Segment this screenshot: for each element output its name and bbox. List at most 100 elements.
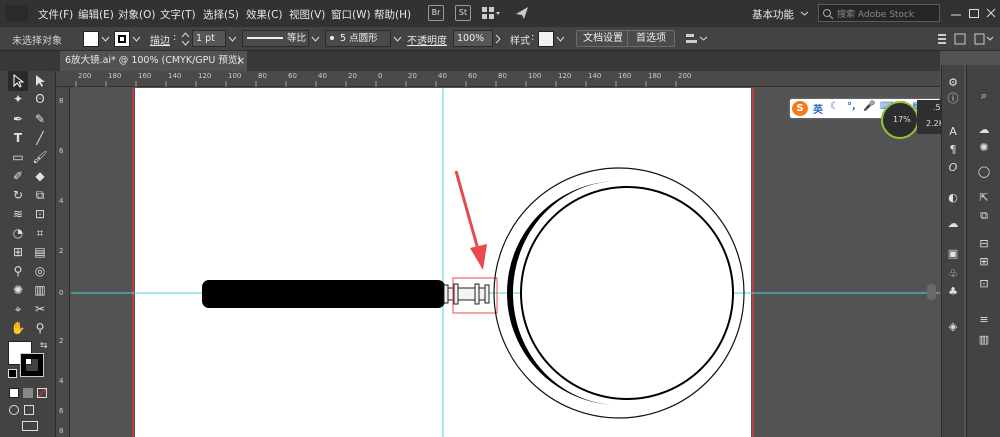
eraser-tool-icon[interactable]: ◆ [30, 166, 50, 186]
curvature-tool-icon[interactable]: ✎ [30, 109, 50, 129]
publish-icon[interactable] [514, 5, 530, 21]
minimize-button[interactable] [950, 5, 962, 21]
vertical-scrollbar-thumb[interactable] [927, 284, 936, 300]
artboards-icon[interactable]: ⧉ [975, 207, 993, 225]
screen-mode-icon[interactable] [22, 421, 38, 431]
pathfinder-icon[interactable]: ⊞ [975, 253, 993, 271]
opentype-icon[interactable]: O [944, 159, 962, 177]
symbols-icon[interactable]: ♧ [944, 265, 962, 283]
graphic-style-swatch[interactable] [538, 31, 554, 47]
menu-help[interactable]: 帮助(H) [374, 7, 411, 22]
menu-object[interactable]: 对象(O) [118, 7, 155, 22]
menu-view[interactable]: 视图(V) [289, 7, 325, 22]
sogou-logo[interactable]: S [792, 101, 808, 116]
lasso-tool-icon[interactable]: ʘ [30, 89, 50, 109]
direct-selection-tool-icon[interactable] [30, 71, 50, 91]
opacity-field[interactable]: 100% [453, 30, 493, 47]
workspace-switcher[interactable]: 基本功能 [752, 7, 794, 22]
fill-swatch[interactable] [83, 31, 99, 47]
chevron-down-icon[interactable] [311, 35, 320, 44]
gradient-mode-icon[interactable] [23, 388, 33, 398]
stroke-panel-icon[interactable]: ≡ [975, 311, 993, 329]
free-transform-tool-icon[interactable]: ⊡ [30, 204, 50, 224]
stroke-color-box[interactable] [20, 353, 44, 377]
chevron-down-icon[interactable] [228, 35, 237, 44]
menu-window[interactable]: 窗口(W) [331, 7, 371, 22]
shaper-tool-icon[interactable]: ✐ [8, 166, 28, 186]
line-tool-icon[interactable]: ╱ [30, 128, 50, 148]
stroke-weight-field[interactable]: 1 pt [192, 30, 226, 47]
panel-control-icons[interactable] [935, 31, 995, 47]
canvas-area[interactable] [71, 88, 940, 437]
transform-icon[interactable]: ⊡ [975, 275, 993, 293]
chevron-down-icon[interactable] [132, 35, 141, 44]
draw-normal-icon[interactable] [9, 405, 19, 415]
width-tool-icon[interactable]: ≋ [8, 204, 28, 224]
variable-width-profile[interactable]: 等比 [242, 30, 309, 47]
gradient-panel-icon[interactable]: ▥ [975, 331, 993, 349]
mesh-tool-icon[interactable]: ⊞ [8, 242, 28, 262]
stock-icon[interactable]: St [455, 5, 471, 21]
magic-wand-tool-icon[interactable]: ✦ [8, 89, 28, 109]
microphone-icon[interactable]: 🎤 [863, 101, 875, 112]
character-icon[interactable]: A [944, 123, 962, 141]
artboard-tool-icon[interactable]: ⌖ [8, 299, 28, 319]
chevron-right-icon[interactable] [494, 33, 503, 45]
opacity-label[interactable]: 不透明度 [407, 32, 447, 47]
menu-file[interactable]: 文件(F) [38, 7, 73, 22]
stock-search-box[interactable]: 搜索 Adobe Stock [818, 4, 940, 22]
image-trace-icon[interactable]: ▣ [944, 245, 962, 263]
brush-definition[interactable]: 5 点圆形 [325, 30, 391, 47]
document-tab[interactable]: 6放大镜.ai* @ 100% (CMYK/GPU 预览) × [60, 51, 247, 71]
perspective-grid-tool-icon[interactable]: ⌗ [30, 223, 50, 243]
color-guide-icon[interactable]: ◐ [944, 189, 962, 207]
transparency-icon[interactable]: ◯ [975, 163, 993, 181]
chevron-down-icon[interactable] [393, 35, 402, 44]
zoom-tool-icon[interactable]: ⚲ [30, 318, 50, 338]
maximize-button[interactable] [968, 5, 980, 21]
net-speed-gauge[interactable]: 17% [881, 101, 919, 139]
search-input[interactable]: 搜索 Adobe Stock [837, 7, 914, 20]
gradient-tool-icon[interactable]: ▤ [30, 242, 50, 262]
punctuation-icon[interactable]: °, [847, 101, 856, 112]
pen-tool-icon[interactable]: ✒ [8, 109, 28, 129]
stroke-stepper-icon[interactable] [181, 32, 190, 46]
rotate-tool-icon[interactable]: ↻ [8, 185, 28, 205]
chevron-down-icon[interactable] [556, 35, 565, 44]
default-colors-icon[interactable] [8, 369, 17, 378]
menu-type[interactable]: 文字(T) [160, 7, 196, 22]
menu-effect[interactable]: 效果(C) [246, 7, 283, 22]
shape-builder-tool-icon[interactable]: ◔ [8, 223, 28, 243]
menu-edit[interactable]: 编辑(E) [78, 7, 114, 22]
blend-tool-icon[interactable]: ◎ [30, 261, 50, 281]
graphic-styles-icon[interactable]: ♣ [944, 283, 962, 301]
preferences-button[interactable]: 首选项 [627, 30, 675, 47]
symbol-sprayer-tool-icon[interactable]: ✺ [8, 280, 28, 300]
paragraph-icon[interactable]: ¶ [944, 141, 962, 159]
info-icon[interactable]: ⓘ [944, 90, 962, 108]
align-options-icon[interactable] [684, 31, 708, 47]
libraries-icon[interactable]: ☁ [975, 121, 993, 139]
draw-behind-icon[interactable] [24, 405, 34, 415]
selection-tool-icon[interactable] [8, 71, 28, 91]
layers-icon[interactable]: ◈ [944, 318, 962, 336]
scale-tool-icon[interactable]: ⧉ [30, 185, 50, 205]
export-icon[interactable]: ⇱ [975, 189, 993, 207]
close-window-button[interactable] [985, 5, 997, 21]
none-mode-icon[interactable] [37, 388, 47, 398]
arrange-documents-icon[interactable] [481, 6, 501, 20]
stroke-swatch[interactable] [114, 31, 130, 47]
menu-select[interactable]: 选择(S) [203, 7, 239, 22]
color-mode-icon[interactable] [9, 388, 19, 398]
eyedropper-tool-icon[interactable]: ⚲ [8, 261, 28, 281]
swap-colors-icon[interactable]: ⇆ [40, 341, 50, 351]
chevron-down-icon[interactable] [800, 9, 809, 18]
color-icon[interactable]: ✺ [975, 139, 993, 157]
stroke-label[interactable]: 描边 [150, 32, 170, 47]
column-graph-tool-icon[interactable]: ▥ [30, 280, 50, 300]
swatches-icon[interactable]: ☁ [944, 215, 962, 233]
slice-tool-icon[interactable]: ✂ [30, 299, 50, 319]
close-tab-icon[interactable]: × [236, 51, 245, 71]
document-setup-button[interactable]: 文档设置 [576, 30, 630, 47]
ime-language-toggle[interactable]: 英 [813, 101, 823, 116]
